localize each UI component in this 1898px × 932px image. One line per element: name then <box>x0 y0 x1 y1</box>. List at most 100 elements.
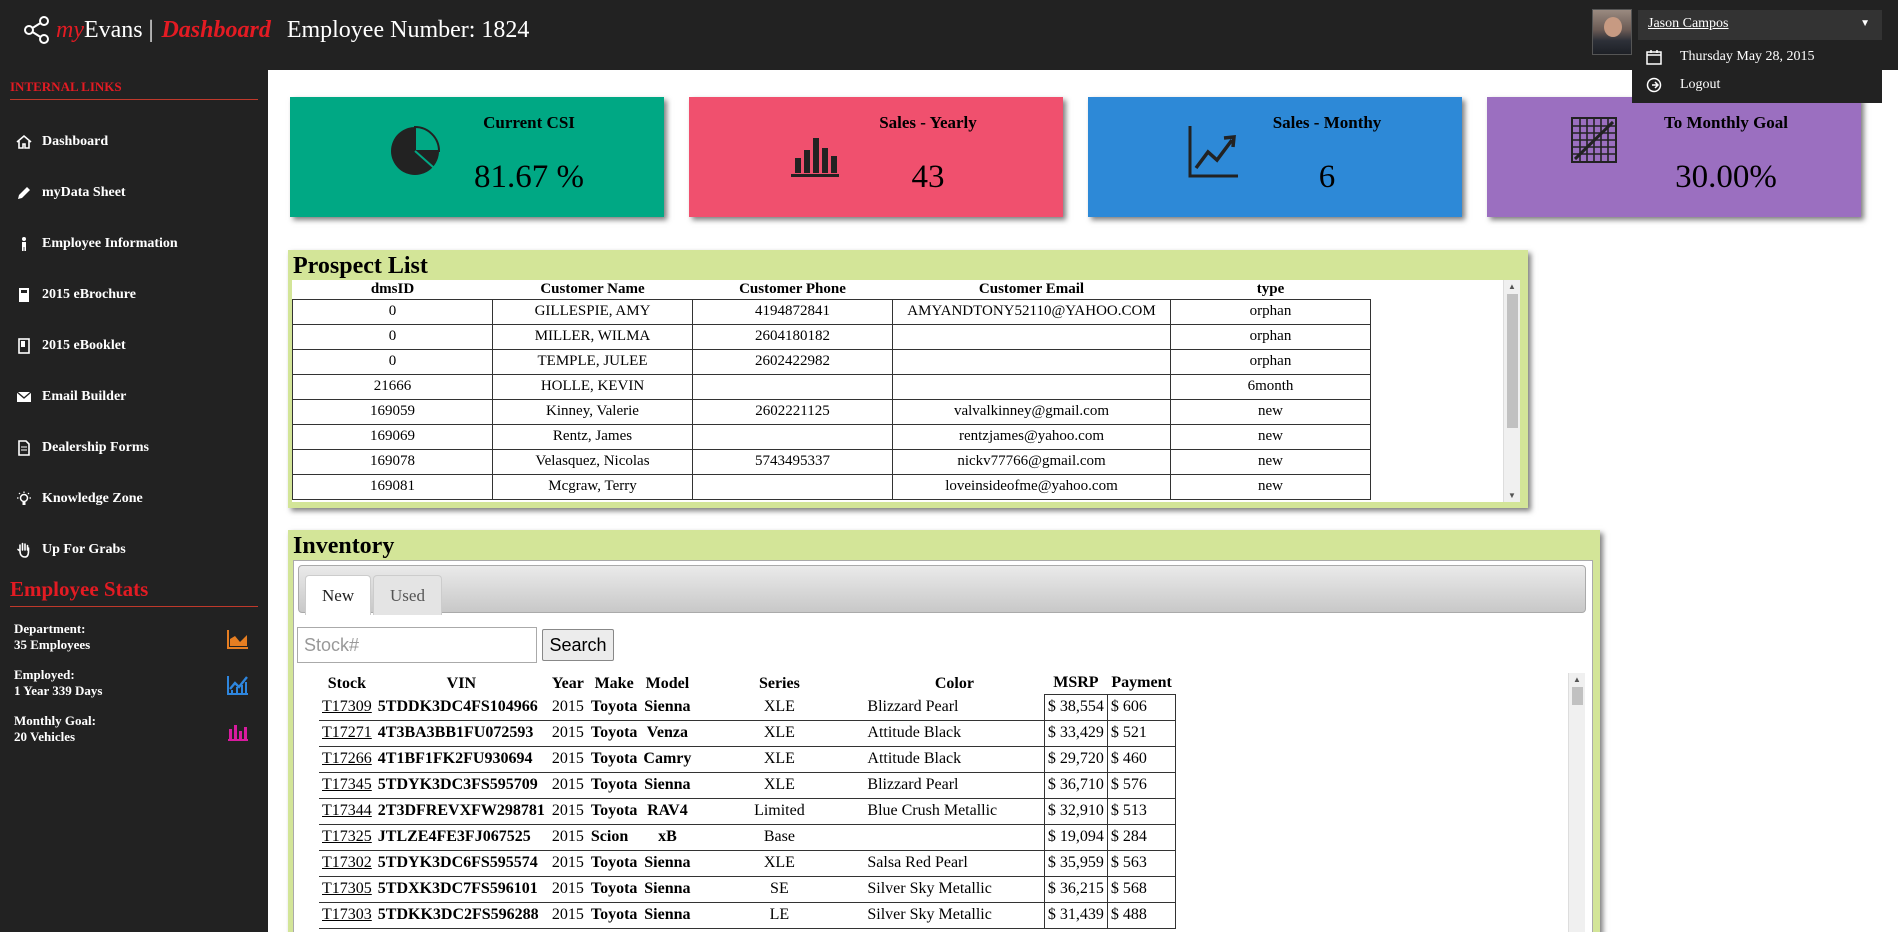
scroll-thumb[interactable] <box>1572 687 1583 705</box>
table-cell: $ 33,429 <box>1043 719 1108 747</box>
table-cell: 2015 <box>547 902 588 929</box>
table-cell: 2015 <box>547 720 588 747</box>
stock-link[interactable]: T17344 <box>319 798 375 825</box>
tile-sales-monthly[interactable]: Sales - Monthy 6 <box>1088 97 1462 217</box>
table-cell: Silver Sky Metallic <box>864 902 1045 929</box>
menu-date: Thursday May 28, 2015 <box>1632 43 1882 71</box>
table-row: T17325 JTLZE4FE3FJ067525 2015 Scion xB Base $ … <box>319 823 1177 851</box>
sidebar-item-knowledge-zone[interactable]: Knowledge Zone <box>0 473 268 524</box>
sidebar: INTERNAL LINKS Dashboard myData Sheet Em… <box>0 70 268 932</box>
bar-chart-icon <box>228 725 248 741</box>
tile-sales-yearly[interactable]: Sales - Yearly 43 <box>689 97 1063 217</box>
stat-department: Department: 35 Employees <box>0 621 268 667</box>
scroll-thumb[interactable] <box>1507 294 1518 428</box>
table-header-row: Stock VIN Year Make Model Series Color M… <box>319 673 1176 694</box>
table-cell: 21666 <box>292 373 493 400</box>
table-cell: 2015 <box>547 824 588 851</box>
table-row: T17271 4T3BA3BB1FU072593 2015 Toyota Venza XL… <box>319 719 1177 747</box>
prospect-list-scroll[interactable]: dmsID Customer Name Customer Phone Custo… <box>292 280 1520 502</box>
table-cell: nickv77766@gmail.com <box>892 448 1171 475</box>
table-cell: xB <box>640 824 695 851</box>
sidebar-item-dashboard[interactable]: Dashboard <box>0 116 268 167</box>
table-row[interactable]: 169069 Rentz, James rentzjames@yahoo.com ne… <box>292 423 1371 450</box>
inventory-table: Stock VIN Year Make Model Series Color M… <box>319 673 1177 929</box>
column-header: Stock <box>327 674 366 692</box>
user-dropdown[interactable]: Jason Campos ▼ <box>1638 10 1882 40</box>
table-cell <box>892 373 1171 400</box>
brand[interactable]: my Evans | Dashboard Employee Number: 18… <box>22 10 529 50</box>
vertical-scrollbar[interactable]: ▲ ▼ <box>1503 280 1520 502</box>
tab-used[interactable]: Used <box>373 575 442 615</box>
stat-employed: Employed: 1 Year 339 Days <box>0 667 268 713</box>
tab-new[interactable]: New <box>305 575 372 615</box>
table-cell: $ 606 <box>1106 693 1177 721</box>
table-cell: $ 35,959 <box>1043 849 1108 877</box>
sidebar-item-ebooklet[interactable]: 2015 eBooklet <box>0 320 268 371</box>
sidebar-item-employee-information[interactable]: Employee Information <box>0 218 268 269</box>
table-cell: $ 488 <box>1106 901 1177 929</box>
stock-link[interactable]: T17325 <box>319 824 375 851</box>
table-cell: 4T3BA3BB1FU072593 <box>374 720 548 747</box>
stock-link[interactable]: T17266 <box>319 746 375 773</box>
table-cell: GILLESPIE, AMY <box>492 298 693 325</box>
stock-search-input[interactable] <box>297 627 537 663</box>
booklet-icon <box>18 337 30 354</box>
sidebar-item-dealership-forms[interactable]: Dealership Forms <box>0 422 268 473</box>
table-cell: orphan <box>1170 348 1371 375</box>
tile-monthly-goal[interactable]: To Monthly Goal 30.00% <box>1487 97 1861 217</box>
stock-link[interactable]: T17271 <box>319 720 375 747</box>
stock-link[interactable]: T17309 <box>319 694 375 721</box>
table-row[interactable]: 169081 Mcgraw, Terry loveinsideofme@yahoo.… <box>292 473 1371 500</box>
table-cell: $ 36,710 <box>1043 771 1108 799</box>
sidebar-item-up-for-grabs[interactable]: Up For Grabs <box>0 524 268 575</box>
table-cell: Sienna <box>640 876 695 903</box>
search-button[interactable]: Search <box>542 629 614 661</box>
envelope-icon <box>16 390 32 402</box>
table-row[interactable]: 169078 Velasquez, Nicolas 5743495337 nickv7… <box>292 448 1371 475</box>
sidebar-item-mydata-sheet[interactable]: myData Sheet <box>0 167 268 218</box>
inventory-table-scroll[interactable]: Stock VIN Year Make Model Series Color M… <box>294 673 1574 932</box>
table-row[interactable]: 0 TEMPLE, JULEE 2602422982 orphan <box>292 348 1371 375</box>
share-icon <box>24 16 49 44</box>
table-cell: Blue Crush Metallic <box>864 798 1045 825</box>
table-cell: 2T3DFREVXFW298781 <box>374 798 548 825</box>
avatar[interactable] <box>1592 9 1632 55</box>
table-cell: orphan <box>1170 298 1371 325</box>
logout-link[interactable]: Logout <box>1632 71 1882 99</box>
table-cell: rentzjames@yahoo.com <box>892 423 1171 450</box>
table-cell: SE <box>694 876 865 903</box>
table-cell: 2015 <box>547 772 588 799</box>
table-cell: 2602422982 <box>692 348 893 375</box>
tile-value: 30.00% <box>1675 159 1777 195</box>
divider <box>10 99 258 100</box>
table-cell: RAV4 <box>640 798 695 825</box>
table-cell: 2015 <box>547 876 588 903</box>
sidebar-item-email-builder[interactable]: Email Builder <box>0 371 268 422</box>
stock-link[interactable]: T17345 <box>319 772 375 799</box>
table-cell: loveinsideofme@yahoo.com <box>892 473 1171 500</box>
tile-title: To Monthly Goal <box>1663 113 1789 132</box>
table-row[interactable]: 21666 HOLLE, KEVIN 6month <box>292 373 1371 400</box>
table-row[interactable]: 169059 Kinney, Valerie 2602221125 valvalkin… <box>292 398 1371 425</box>
scroll-down-icon[interactable]: ▼ <box>1508 491 1516 500</box>
document-icon <box>18 439 30 456</box>
column-header: Customer Email <box>978 280 1085 297</box>
scroll-up-icon[interactable]: ▲ <box>1573 675 1581 684</box>
table-row[interactable]: 0 GILLESPIE, AMY 4194872841 AMYANDTONY52110… <box>292 298 1371 325</box>
stock-link[interactable]: T17305 <box>319 876 375 903</box>
table-cell: Toyota <box>587 798 641 825</box>
stock-link[interactable]: T17302 <box>319 850 375 877</box>
column-header: Model <box>645 674 690 692</box>
tile-current-csi[interactable]: Current CSI 81.67 % <box>290 97 664 217</box>
vertical-scrollbar[interactable]: ▲ ▼ <box>1568 673 1585 932</box>
scroll-up-icon[interactable]: ▲ <box>1508 282 1516 291</box>
inventory-title: Inventory <box>293 533 395 559</box>
table-row[interactable]: 0 MILLER, WILMA 2604180182 orphan <box>292 323 1371 350</box>
stock-link[interactable]: T17303 <box>319 902 375 929</box>
table-cell <box>692 473 893 500</box>
table-cell: 4T1BF1FK2FU930694 <box>374 746 548 773</box>
sidebar-item-ebrochure[interactable]: 2015 eBrochure <box>0 269 268 320</box>
stat-monthly-goal: Monthly Goal: 20 Vehicles <box>0 713 268 759</box>
table-cell: $ 38,554 <box>1043 693 1108 721</box>
employee-stats: Department: 35 Employees Employed: 1 Yea… <box>0 621 268 759</box>
